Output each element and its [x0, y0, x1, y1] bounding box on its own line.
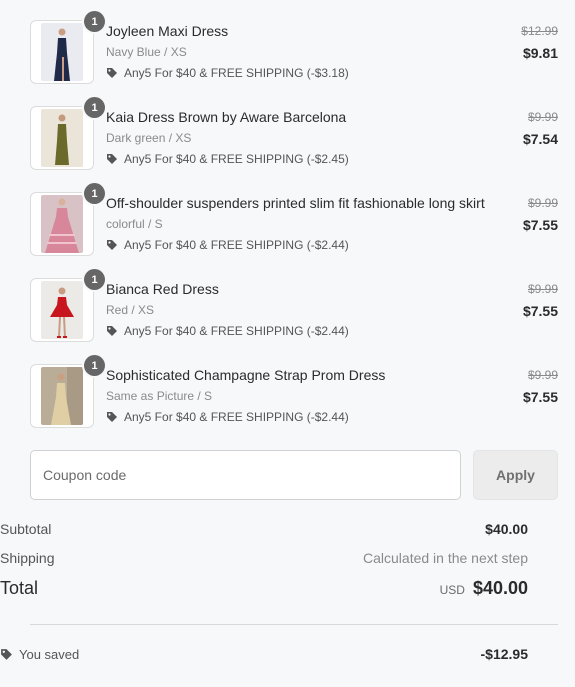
apply-coupon-button[interactable]: Apply [473, 450, 558, 500]
sale-price: $7.54 [522, 131, 558, 147]
discount-line: Any5 For $40 & FREE SHIPPING (-$3.18) [106, 65, 506, 81]
discount-text: Any5 For $40 & FREE SHIPPING (-$2.44) [124, 410, 349, 424]
original-price: $12.99 [521, 24, 558, 38]
original-price: $9.99 [527, 110, 558, 124]
tag-icon [1, 648, 12, 660]
quantity-badge: 1 [84, 183, 105, 204]
product-variant: Dark green / XS [106, 131, 192, 145]
saved-label: You saved [19, 646, 80, 662]
saved-row: You saved -$12.95 [0, 646, 528, 662]
total-value-group: USD $40.00 [440, 578, 528, 599]
cart-item: 1 Sophisticated Champagne Strap Prom Dre… [30, 355, 558, 450]
product-thumbnail: 1 [30, 355, 105, 428]
currency-code: USD [439, 583, 465, 597]
cart-item: 1 Joyleen Maxi Dress Navy Blue / XS Any5… [30, 11, 558, 106]
shipping-value: Calculated in the next step [363, 550, 528, 566]
subtotal-row: Subtotal $40.00 [0, 521, 528, 537]
total-value: $40.00 [472, 578, 528, 598]
saved-value: -$12.95 [480, 646, 528, 662]
tag-icon [107, 326, 117, 336]
tag-icon [107, 240, 117, 250]
product-image [41, 367, 83, 425]
sale-price: $9.81 [522, 45, 558, 61]
product-thumbnail: 1 [30, 183, 105, 256]
original-price: $9.99 [527, 282, 558, 296]
product-image [41, 281, 83, 339]
shipping-row: Shipping Calculated in the next step [0, 550, 528, 566]
sale-price: $7.55 [522, 389, 558, 405]
sale-price: $7.55 [522, 217, 558, 233]
product-image [41, 23, 83, 81]
discount-line: Any5 For $40 & FREE SHIPPING (-$2.45) [106, 151, 506, 167]
saved-label-group: You saved [0, 647, 79, 662]
total-row: Total USD $40.00 [0, 578, 528, 599]
product-thumbnail: 1 [30, 11, 105, 84]
coupon-row: Apply [30, 450, 558, 500]
product-variant: colorful / S [106, 217, 163, 231]
product-variant: Navy Blue / XS [106, 45, 187, 59]
discount-text: Any5 For $40 & FREE SHIPPING (-$2.45) [124, 152, 349, 166]
product-name: Bianca Red Dress [106, 281, 219, 297]
quantity-badge: 1 [84, 355, 105, 376]
original-price: $9.99 [527, 196, 558, 210]
original-price: $9.99 [527, 368, 558, 382]
subtotal-value: $40.00 [485, 521, 528, 537]
product-name: Joyleen Maxi Dress [106, 23, 229, 39]
product-name: Off-shoulder suspenders printed slim fit… [106, 195, 485, 211]
cart-item: 1 Bianca Red Dress Red / XS Any5 For $40… [30, 269, 558, 364]
tag-icon [107, 154, 117, 164]
quantity-badge: 1 [84, 11, 105, 32]
total-label: Total [0, 578, 39, 598]
discount-line: Any5 For $40 & FREE SHIPPING (-$2.44) [106, 323, 506, 339]
product-thumbnail: 1 [30, 269, 105, 342]
tag-icon [107, 68, 117, 78]
quantity-badge: 1 [84, 269, 105, 290]
subtotal-label: Subtotal [0, 521, 52, 537]
product-image [41, 195, 83, 253]
discount-text: Any5 For $40 & FREE SHIPPING (-$2.44) [124, 238, 349, 252]
product-name: Kaia Dress Brown by Aware Barcelona [106, 109, 347, 125]
product-thumbnail: 1 [30, 97, 105, 170]
product-variant: Same as Picture / S [106, 389, 213, 403]
product-image [41, 109, 83, 167]
product-name: Sophisticated Champagne Strap Prom Dress [106, 367, 386, 383]
coupon-code-input[interactable] [30, 450, 461, 500]
sale-price: $7.55 [522, 303, 558, 319]
quantity-badge: 1 [84, 97, 105, 118]
discount-line: Any5 For $40 & FREE SHIPPING (-$2.44) [106, 237, 506, 253]
divider [30, 624, 558, 625]
discount-text: Any5 For $40 & FREE SHIPPING (-$3.18) [124, 66, 349, 80]
shipping-label: Shipping [0, 550, 55, 566]
cart-item: 1 Kaia Dress Brown by Aware Barcelona Da… [30, 97, 558, 192]
tag-icon [107, 412, 117, 422]
product-variant: Red / XS [106, 303, 155, 317]
discount-text: Any5 For $40 & FREE SHIPPING (-$2.44) [124, 324, 349, 338]
cart-item: 1 Off-shoulder suspenders printed slim f… [30, 183, 558, 278]
discount-line: Any5 For $40 & FREE SHIPPING (-$2.44) [106, 409, 506, 425]
cart-item-list: 1 Joyleen Maxi Dress Navy Blue / XS Any5… [30, 11, 558, 450]
